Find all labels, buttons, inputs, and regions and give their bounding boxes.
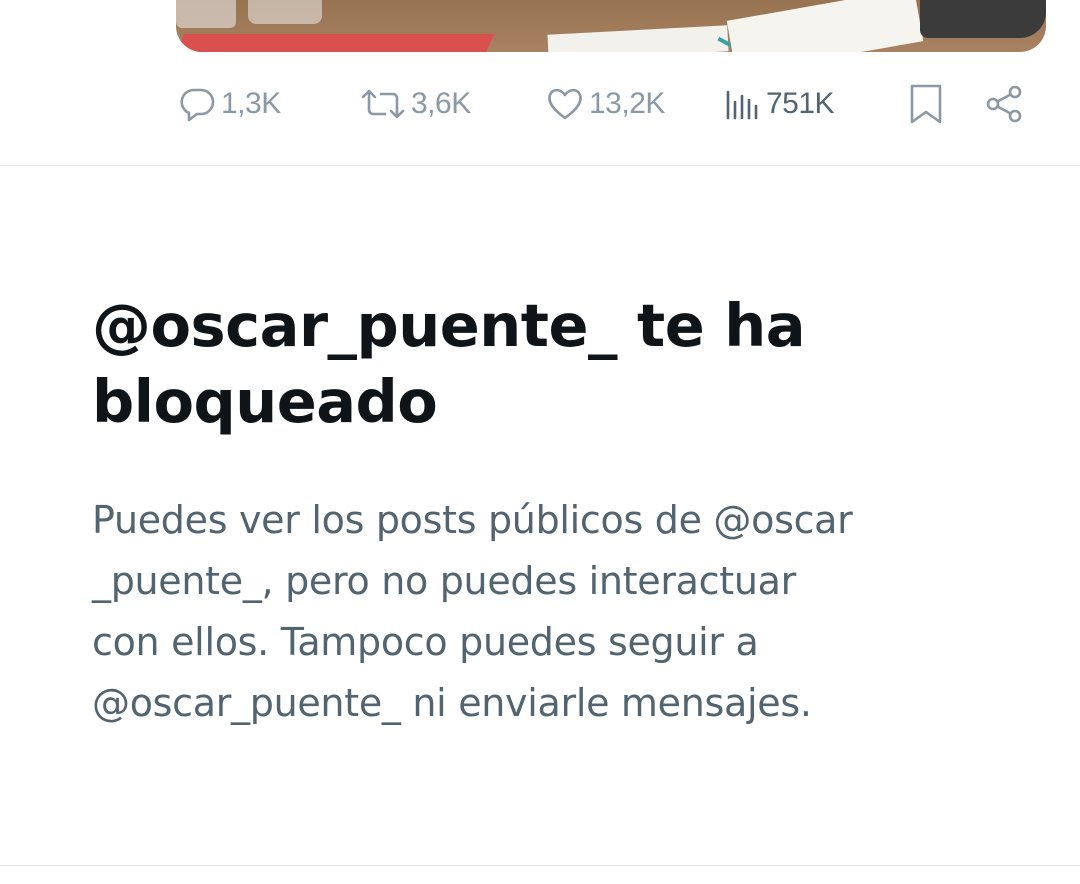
repost-icon: [359, 84, 407, 124]
post-media-image[interactable]: [176, 0, 1046, 52]
post-action-bar: 1,3K 3,6K 13,2K 751K: [0, 80, 1080, 128]
media-detail: [176, 0, 236, 28]
blocked-title-line: bloqueado: [92, 367, 438, 436]
bookmark-button[interactable]: [906, 80, 946, 128]
like-icon: [545, 84, 585, 124]
blocked-title-line: @oscar_puente_ te ha: [92, 291, 806, 360]
blocked-desc-line: con ellos. Tampoco puedes seguir a: [92, 620, 759, 664]
repost-count: 3,6K: [411, 87, 471, 120]
bookmark-icon: [906, 82, 946, 126]
media-detail: [248, 0, 322, 24]
media-detail: [547, 25, 729, 52]
post-divider: [0, 165, 1080, 166]
reply-count: 1,3K: [221, 87, 281, 120]
media-detail: [726, 0, 924, 52]
blocked-desc-line: Puedes ver los posts públicos de @oscar: [92, 498, 853, 542]
section-divider: [0, 865, 1080, 866]
like-button[interactable]: 13,2K: [545, 80, 665, 128]
blocked-title: @oscar_puente_ te ha bloqueado: [92, 288, 992, 440]
repost-button[interactable]: 3,6K: [359, 80, 471, 128]
reply-icon: [177, 84, 217, 124]
reply-button[interactable]: 1,3K: [177, 80, 281, 128]
blocked-desc-line: _puente_, pero no puedes interactuar: [92, 559, 796, 603]
views-icon: [722, 84, 762, 124]
views-button[interactable]: 751K: [722, 80, 835, 128]
media-detail: [176, 34, 495, 52]
media-detail: [920, 0, 1046, 38]
blocked-description: Puedes ver los posts públicos de @oscar …: [92, 490, 972, 734]
share-button[interactable]: [983, 80, 1025, 128]
share-icon: [983, 83, 1025, 125]
views-count: 751K: [766, 87, 835, 120]
like-count: 13,2K: [589, 87, 665, 120]
blocked-desc-line: @oscar_puente_ ni enviarle mensajes.: [92, 681, 812, 725]
